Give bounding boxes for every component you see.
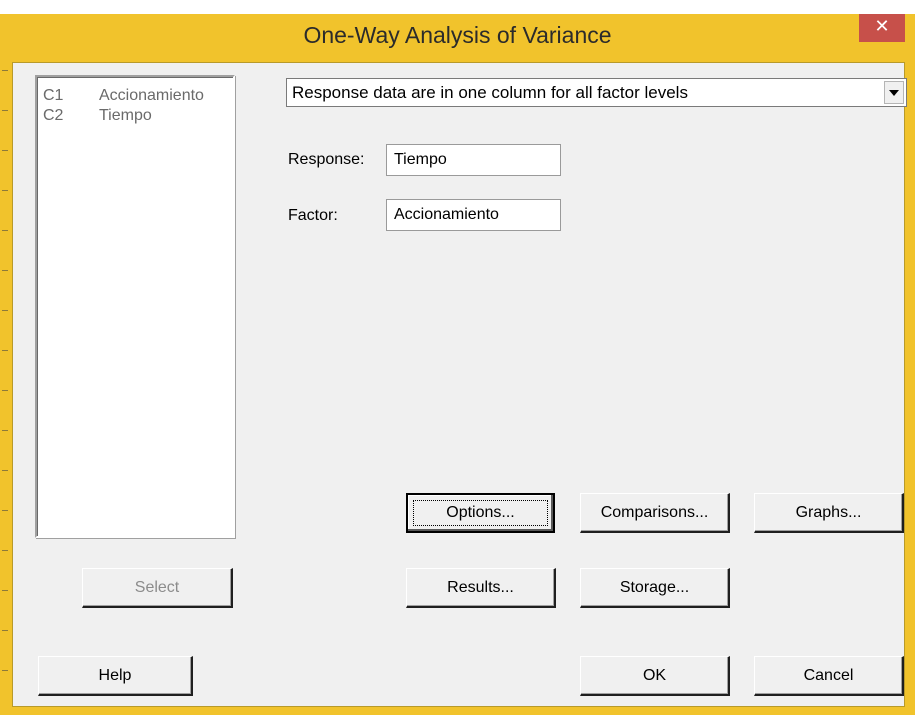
select-button[interactable]: Select [82, 568, 233, 608]
results-button-label: Results... [447, 578, 514, 596]
border-tick [2, 110, 8, 111]
background-document-strip [0, 0, 915, 14]
border-tick [2, 190, 8, 191]
chevron-down-icon [889, 89, 899, 96]
border-tick [2, 230, 8, 231]
dialog-client-area: C1 Accionamiento C2 Tiempo Response data… [12, 62, 907, 707]
results-button[interactable]: Results... [406, 568, 556, 608]
data-layout-dropdown[interactable]: Response data are in one column for all … [286, 78, 907, 107]
ok-button[interactable]: OK [580, 656, 730, 696]
border-tick [2, 310, 8, 311]
border-tick [2, 390, 8, 391]
border-tick [2, 630, 8, 631]
dropdown-arrow-button[interactable] [884, 81, 904, 104]
graphs-button-label: Graphs... [795, 503, 862, 521]
graphs-button[interactable]: Graphs... [754, 493, 904, 533]
comparisons-button[interactable]: Comparisons... [580, 493, 730, 533]
factor-label: Factor: [288, 207, 338, 224]
help-button[interactable]: Help [38, 656, 193, 696]
border-tick [2, 350, 8, 351]
border-tick [2, 150, 8, 151]
close-button[interactable]: ✕ [859, 14, 905, 42]
select-button-label: Select [134, 578, 180, 596]
factor-field[interactable]: Accionamiento [386, 199, 561, 231]
ok-button-label: OK [642, 666, 667, 684]
help-button-label: Help [98, 666, 132, 684]
variable-name: Accionamiento [99, 87, 204, 104]
dropdown-selected-value: Response data are in one column for all … [292, 83, 688, 102]
response-field[interactable]: Tiempo [386, 144, 561, 176]
close-icon: ✕ [874, 16, 890, 37]
border-tick [2, 510, 8, 511]
storage-button[interactable]: Storage... [580, 568, 730, 608]
border-tick [2, 590, 8, 591]
variable-column-id: C1 [43, 87, 64, 104]
dialog-title: One-Way Analysis of Variance [303, 22, 612, 48]
variable-list[interactable]: C1 Accionamiento C2 Tiempo [35, 75, 235, 538]
focus-indicator [413, 500, 548, 526]
border-tick [2, 70, 8, 71]
border-tick [2, 430, 8, 431]
variable-column-id: C2 [43, 107, 64, 124]
window-left-border [0, 62, 12, 715]
border-tick [2, 550, 8, 551]
response-label: Response: [288, 151, 365, 168]
storage-button-label: Storage... [619, 578, 690, 596]
options-button[interactable]: Options... [406, 493, 555, 533]
border-tick [2, 670, 8, 671]
border-tick [2, 270, 8, 271]
comparisons-button-label: Comparisons... [600, 503, 709, 521]
variable-name: Tiempo [99, 107, 152, 124]
title-bar[interactable]: One-Way Analysis of Variance ✕ [0, 14, 915, 62]
dialog-window: One-Way Analysis of Variance ✕ C1 Accion… [0, 0, 915, 715]
border-tick [2, 470, 8, 471]
cancel-button-label: Cancel [803, 666, 854, 684]
cancel-button[interactable]: Cancel [754, 656, 904, 696]
